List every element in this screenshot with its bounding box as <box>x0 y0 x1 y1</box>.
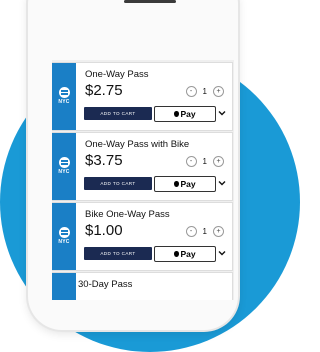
nyc-ferry-logo-icon: NYC <box>55 157 73 175</box>
minus-icon[interactable]: - <box>185 86 197 97</box>
add-to-cart-button[interactable]: ADD TO CART <box>84 177 152 190</box>
quantity-value: 1 <box>202 227 207 236</box>
chevron-down-icon[interactable] <box>218 179 226 187</box>
apple-pay-button[interactable]: Pay <box>154 176 216 192</box>
add-to-cart-button[interactable]: ADD TO CART <box>84 107 152 120</box>
apple-pay-button[interactable]: Pay <box>154 246 216 262</box>
pass-title: One-Way Pass <box>85 69 149 80</box>
phone-speaker <box>124 0 176 3</box>
quantity-stepper: - 1 + <box>185 86 224 97</box>
quantity-value: 1 <box>202 87 207 96</box>
apple-pay-label: Pay <box>180 109 196 119</box>
apple-pay-label: Pay <box>180 179 196 189</box>
quantity-stepper: - 1 + <box>185 156 224 167</box>
apple-pay-button[interactable]: Pay <box>154 106 216 122</box>
pass-card-one-way-with-bike: NYC One-Way Pass with Bike $3.75 - 1 + A… <box>52 132 233 201</box>
pass-title: One-Way Pass with Bike <box>85 139 190 150</box>
nyc-ferry-logo-icon: NYC <box>55 87 73 105</box>
plus-icon[interactable]: + <box>213 156 224 167</box>
minus-icon[interactable]: - <box>185 226 197 237</box>
plus-icon[interactable]: + <box>213 86 224 97</box>
plus-icon[interactable]: + <box>213 226 224 237</box>
pass-title: 30-Day Pass <box>78 279 133 290</box>
pass-price: $3.75 <box>85 152 123 169</box>
quantity-stepper: - 1 + <box>185 226 224 237</box>
card-brand-stripe: NYC <box>52 133 76 200</box>
apple-pay-label: Pay <box>180 249 196 259</box>
minus-icon[interactable]: - <box>185 156 197 167</box>
apple-logo-icon <box>174 251 180 257</box>
pass-price: $1.00 <box>85 222 123 239</box>
apple-logo-icon <box>174 111 180 117</box>
pass-title: Bike One-Way Pass <box>85 209 170 220</box>
card-brand-stripe: NYC <box>52 63 76 130</box>
card-brand-stripe: NYC <box>52 203 76 270</box>
chevron-down-icon[interactable] <box>218 249 226 257</box>
pass-card-one-way: NYC One-Way Pass $2.75 - 1 + ADD TO CART… <box>52 62 233 131</box>
apple-logo-icon <box>174 181 180 187</box>
phone-screen: NYC One-Way Pass $2.75 - 1 + ADD TO CART… <box>52 60 234 300</box>
nyc-ferry-logo-icon: NYC <box>55 227 73 245</box>
add-to-cart-button[interactable]: ADD TO CART <box>84 247 152 260</box>
chevron-down-icon[interactable] <box>218 109 226 117</box>
pass-card-bike-one-way: NYC Bike One-Way Pass $1.00 - 1 + ADD TO… <box>52 202 233 271</box>
quantity-value: 1 <box>202 157 207 166</box>
pass-price: $2.75 <box>85 82 123 99</box>
